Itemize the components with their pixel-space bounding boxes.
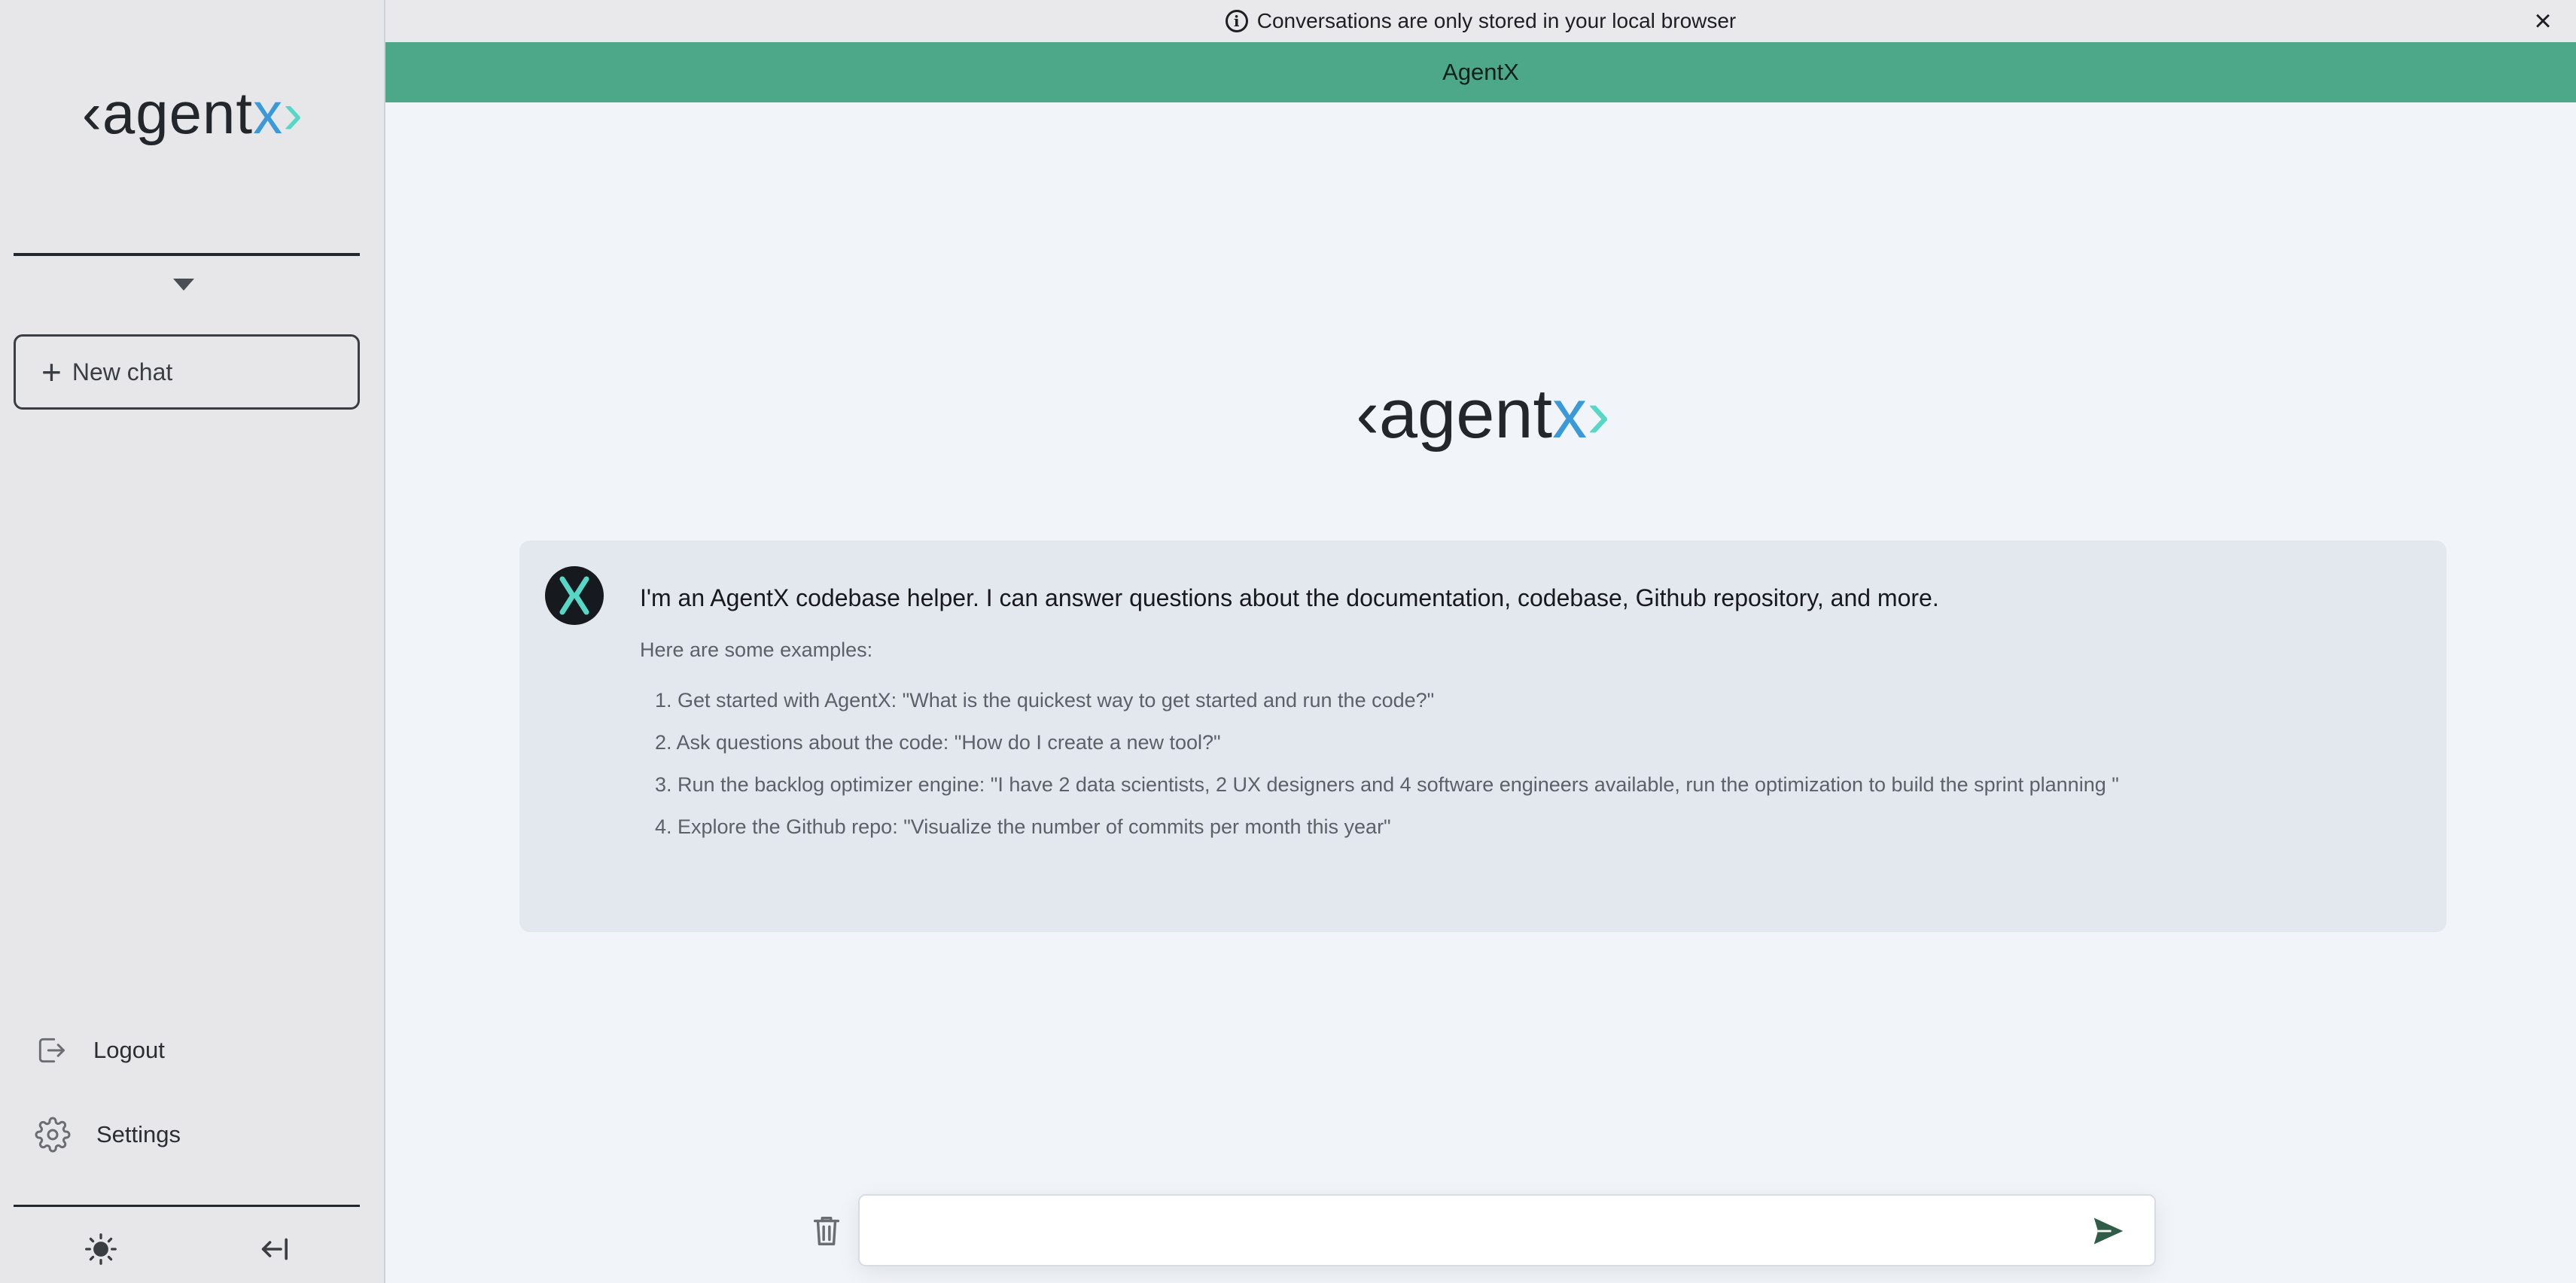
logout-icon xyxy=(38,1038,65,1063)
logo-x: x xyxy=(1552,376,1588,453)
agentx-avatar-icon xyxy=(559,576,589,615)
example-item: 2. Ask questions about the code: "How do… xyxy=(655,731,1221,754)
close-icon[interactable]: × xyxy=(2526,5,2559,38)
trash-icon[interactable] xyxy=(807,1211,846,1251)
avatar xyxy=(545,566,604,625)
storage-notice-bar: i Conversations are only stored in your … xyxy=(385,0,2576,42)
logo-text: ‹agent xyxy=(81,80,254,146)
chat-input-container xyxy=(858,1194,2156,1266)
plus-icon: + xyxy=(41,352,62,392)
chat-input[interactable] xyxy=(875,1208,2049,1253)
settings-button[interactable]: Settings xyxy=(35,1108,358,1161)
header-title: AgentX xyxy=(1442,59,1519,85)
examples-heading: Here are some examples: xyxy=(640,638,873,661)
settings-label: Settings xyxy=(96,1121,181,1147)
sidebar: ‹agentx› + New chat Logout Settings xyxy=(0,0,385,1283)
welcome-message-card: I'm an AgentX codebase helper. I can ans… xyxy=(519,541,2447,932)
app-header: AgentX xyxy=(385,42,2576,102)
gear-icon xyxy=(35,1117,71,1153)
sidebar-logo: ‹agentx› xyxy=(0,75,385,151)
logout-button[interactable]: Logout xyxy=(35,1024,358,1077)
sidebar-bottom-divider xyxy=(14,1205,360,1207)
info-icon: i xyxy=(1225,10,1248,32)
logo-x: x xyxy=(253,80,284,146)
logo-text: ‹agent xyxy=(1356,376,1553,453)
examples-list: 1. Get started with AgentX: "What is the… xyxy=(640,679,2119,848)
send-icon[interactable] xyxy=(2090,1212,2127,1250)
main-logo: ‹agentx› xyxy=(1280,369,1686,459)
example-item: 3. Run the backlog optimizer engine: "I … xyxy=(655,773,2119,796)
new-chat-button[interactable]: + New chat xyxy=(14,334,360,410)
sidebar-divider xyxy=(14,253,360,256)
chevron-down-icon[interactable] xyxy=(172,276,196,294)
notice-text: Conversations are only stored in your lo… xyxy=(1256,9,1737,32)
logo-bracket: › xyxy=(1587,376,1610,453)
logout-label: Logout xyxy=(93,1037,165,1063)
sun-icon[interactable] xyxy=(78,1232,123,1266)
example-item: 1. Get started with AgentX: "What is the… xyxy=(655,689,1435,712)
collapse-sidebar-icon[interactable] xyxy=(251,1232,297,1266)
assistant-intro-text: I'm an AgentX codebase helper. I can ans… xyxy=(640,584,1939,611)
new-chat-label: New chat xyxy=(72,358,173,386)
logo-bracket: › xyxy=(283,80,304,146)
example-item: 4. Explore the Github repo: "Visualize t… xyxy=(655,815,1391,838)
